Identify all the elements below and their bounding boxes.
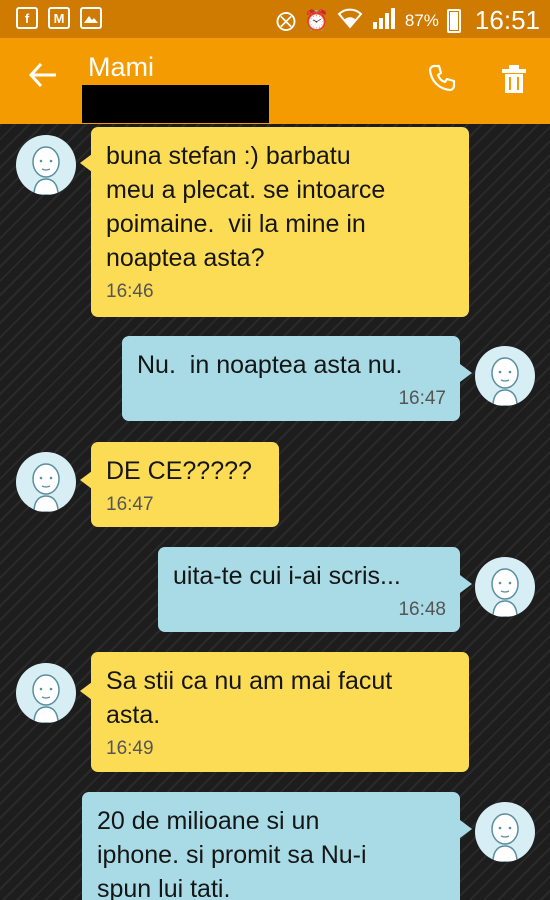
status-clock: 16:51 bbox=[474, 5, 540, 35]
message-text: Nu. in noaptea asta nu. bbox=[137, 351, 403, 379]
message-text: uita-te cui i-ai scris... bbox=[173, 562, 401, 590]
message-bubble-outgoing[interactable]: 20 de milioane si un iphone. si promit s… bbox=[82, 792, 460, 900]
message-bubble-incoming[interactable]: Sa stii ca nu am mai facut asta. 16:49 bbox=[91, 652, 469, 772]
gmail-icon: M bbox=[48, 7, 70, 29]
system-icons: ⨂ ⏰ 87% 16:51 bbox=[276, 5, 540, 36]
wifi-icon bbox=[337, 7, 363, 34]
mute-icon: ⨂ bbox=[275, 9, 296, 32]
delete-button[interactable] bbox=[500, 64, 528, 94]
conversation-header: Mami bbox=[0, 38, 550, 124]
message-text: Sa stii ca nu am mai facut asta. bbox=[106, 667, 393, 729]
message-list[interactable]: buna stefan :) barbatu meu a plecat. se … bbox=[0, 124, 550, 900]
message-text: DE CE????? bbox=[106, 457, 252, 485]
my-avatar[interactable] bbox=[475, 346, 535, 406]
redacted-phone-number bbox=[82, 85, 269, 123]
message-bubble-outgoing[interactable]: uita-te cui i-ai scris... 16:48 bbox=[158, 547, 460, 632]
message-time: 16:46 bbox=[106, 281, 154, 302]
alarm-icon: ⏰ bbox=[303, 9, 329, 32]
gallery-icon bbox=[80, 7, 102, 29]
my-avatar[interactable] bbox=[475, 802, 535, 862]
bubble-tail bbox=[460, 364, 472, 382]
facebook-icon: f bbox=[16, 7, 38, 29]
person-icon bbox=[32, 146, 60, 195]
contact-avatar[interactable] bbox=[16, 135, 76, 195]
person-icon bbox=[32, 674, 60, 723]
message-bubble-incoming[interactable]: DE CE????? 16:47 bbox=[91, 442, 279, 527]
message-time: 16:47 bbox=[398, 388, 446, 409]
message-text: 20 de milioane si un iphone. si promit s… bbox=[97, 807, 367, 900]
call-button[interactable] bbox=[428, 64, 456, 92]
person-icon bbox=[32, 463, 60, 512]
contact-avatar[interactable] bbox=[16, 452, 76, 512]
notification-icons: f M bbox=[16, 7, 102, 29]
signal-icon bbox=[371, 7, 397, 34]
contact-avatar[interactable] bbox=[16, 663, 76, 723]
message-time: 16:47 bbox=[106, 494, 154, 515]
person-icon bbox=[491, 813, 519, 862]
my-avatar[interactable] bbox=[475, 557, 535, 617]
person-icon bbox=[491, 568, 519, 617]
message-time: 16:48 bbox=[398, 599, 446, 620]
bubble-tail bbox=[460, 820, 472, 838]
message-time: 16:49 bbox=[106, 738, 154, 759]
phone-icon bbox=[428, 64, 456, 92]
back-arrow-icon bbox=[28, 62, 56, 88]
trash-icon bbox=[502, 65, 526, 93]
back-button[interactable] bbox=[26, 58, 60, 92]
contact-name[interactable]: Mami bbox=[88, 52, 154, 83]
battery-percentage: 87% bbox=[404, 10, 439, 30]
status-bar: f M ⨂ ⏰ 87% 16:51 bbox=[0, 0, 550, 38]
message-bubble-outgoing[interactable]: Nu. in noaptea asta nu. 16:47 bbox=[122, 336, 460, 421]
person-icon bbox=[491, 357, 519, 406]
bubble-tail bbox=[460, 575, 472, 593]
message-text: buna stefan :) barbatu meu a plecat. se … bbox=[106, 142, 386, 272]
battery-icon bbox=[446, 8, 461, 33]
message-bubble-incoming[interactable]: buna stefan :) barbatu meu a plecat. se … bbox=[91, 127, 469, 317]
